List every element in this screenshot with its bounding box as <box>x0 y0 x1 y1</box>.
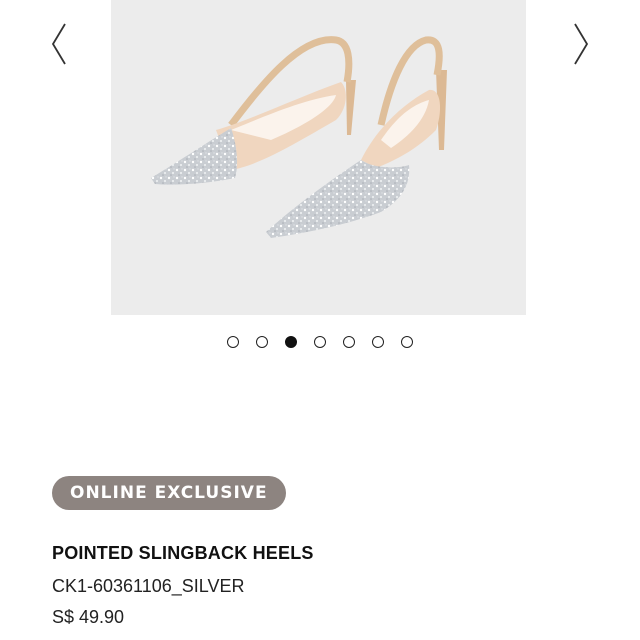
carousel-dot-6[interactable] <box>372 336 384 348</box>
online-exclusive-badge: ONLINE EXCLUSIVE <box>52 476 286 510</box>
carousel-pagination <box>0 335 640 349</box>
product-name: POINTED SLINGBACK HEELS <box>52 543 314 563</box>
chevron-left-icon[interactable] <box>45 20 75 68</box>
product-price: S$ 49.90 <box>52 607 125 627</box>
carousel-dot-7[interactable] <box>401 336 413 348</box>
carousel-dot-1[interactable] <box>227 336 239 348</box>
product-page: ONLINE EXCLUSIVE POINTED SLINGBACK HEELS… <box>0 0 640 640</box>
product-image <box>111 0 526 315</box>
carousel-dot-5[interactable] <box>343 336 355 348</box>
carousel-dot-4[interactable] <box>314 336 326 348</box>
carousel-dot-3-active[interactable] <box>285 336 297 348</box>
chevron-right-icon[interactable] <box>565 20 595 68</box>
carousel-dot-2[interactable] <box>256 336 268 348</box>
product-sku: CK1-60361106_SILVER <box>52 576 245 596</box>
